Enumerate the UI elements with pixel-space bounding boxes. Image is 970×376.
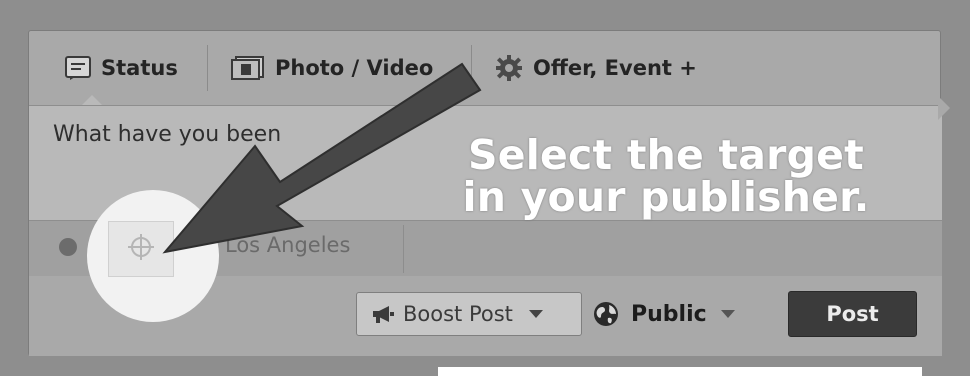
bottom-strip	[438, 367, 922, 376]
annotation-callout: Select the target in your publisher.	[440, 134, 892, 218]
annotation-line-2: in your publisher.	[462, 173, 870, 221]
screenshot-stage: Status Photo / Video Offer, Event + What…	[0, 0, 970, 376]
annotation-line-1: Select the target	[468, 131, 864, 179]
